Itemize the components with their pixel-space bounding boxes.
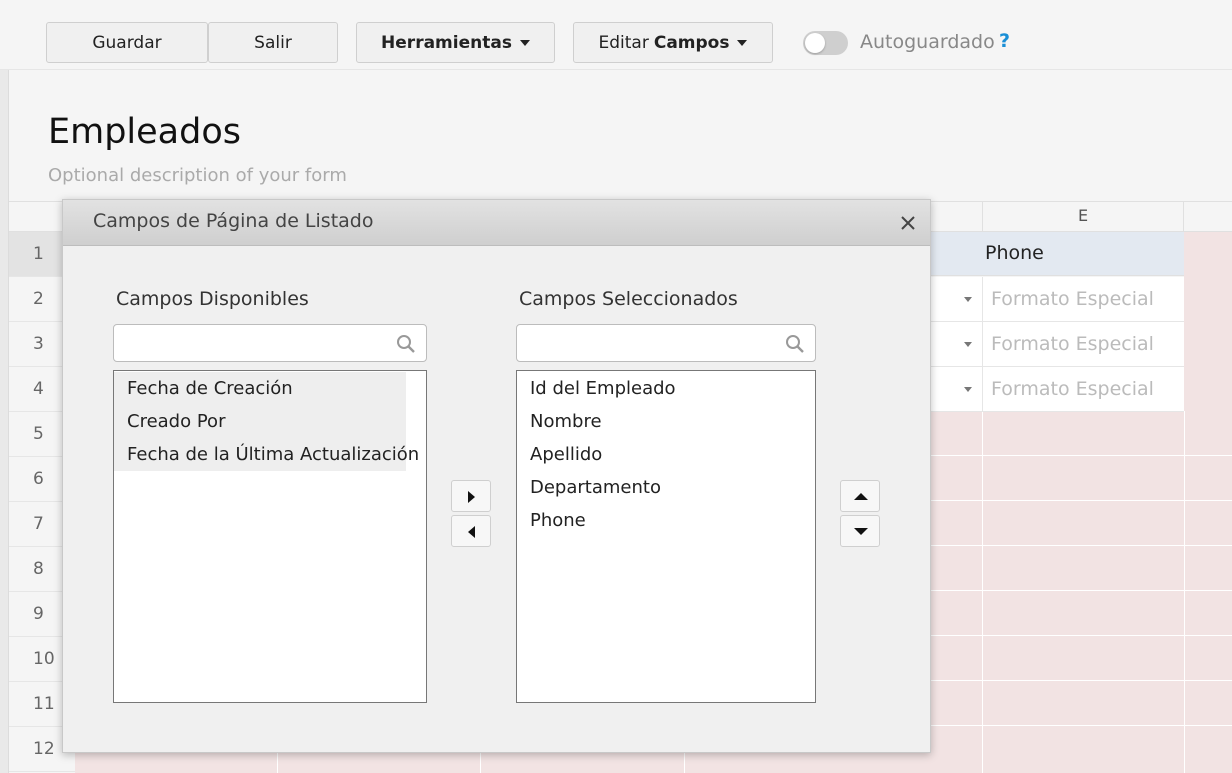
list-item[interactable]: Id del Empleado xyxy=(517,372,815,405)
format-cell[interactable]: Formato Especial xyxy=(982,277,1184,322)
edit-fields-bold: Campos xyxy=(653,32,730,53)
available-fields-label: Campos Disponibles xyxy=(116,288,309,310)
selected-search-input[interactable] xyxy=(517,325,815,361)
selected-fields-list[interactable]: Id del Empleado Nombre Apellido Departam… xyxy=(516,370,816,703)
list-item[interactable]: Fecha de Creación xyxy=(114,372,406,405)
save-button[interactable]: Guardar xyxy=(46,22,208,63)
selected-fields-label: Campos Seleccionados xyxy=(519,288,738,310)
chevron-down-icon xyxy=(519,39,530,46)
toggle-knob xyxy=(805,33,825,53)
available-fields-list[interactable]: Fecha de Creación Creado Por Fecha de la… xyxy=(113,370,427,703)
column-header-e[interactable]: E xyxy=(982,201,1184,232)
grid-empty-right xyxy=(1184,232,1232,411)
help-icon[interactable]: ? xyxy=(999,30,1010,52)
dialog-header[interactable]: Campos de Página de Listado xyxy=(63,200,930,246)
chevron-down-icon xyxy=(964,342,972,347)
autosave-toggle[interactable] xyxy=(803,31,848,55)
arrow-right-icon xyxy=(468,491,475,503)
grid-divider xyxy=(1184,411,1185,773)
available-search-input[interactable] xyxy=(114,325,426,361)
grid-divider xyxy=(982,411,983,773)
arrow-up-icon xyxy=(854,493,868,500)
save-button-label: Guardar xyxy=(92,32,162,53)
format-cell[interactable]: Formato Especial xyxy=(982,322,1184,367)
list-item[interactable]: Nombre xyxy=(517,405,815,438)
field-type-dropdown[interactable] xyxy=(930,322,982,367)
exit-button-label: Salir xyxy=(254,32,292,53)
field-type-dropdown[interactable] xyxy=(930,277,982,322)
remove-field-button[interactable] xyxy=(451,515,491,547)
available-search-field[interactable] xyxy=(113,324,427,362)
chevron-down-icon xyxy=(964,387,972,392)
move-down-button[interactable] xyxy=(840,515,880,547)
dialog-title: Campos de Página de Listado xyxy=(93,210,374,232)
left-edge xyxy=(0,0,9,773)
list-item[interactable]: Apellido xyxy=(517,438,815,471)
list-item[interactable]: Phone xyxy=(517,504,815,537)
header-row-cell[interactable] xyxy=(930,232,982,276)
chevron-down-icon xyxy=(737,39,748,46)
phone-header-cell[interactable]: Phone xyxy=(982,232,1184,276)
listing-fields-dialog: Campos de Página de Listado Campos Dispo… xyxy=(62,199,931,753)
arrow-down-icon xyxy=(854,528,868,535)
tools-menu-button[interactable]: Herramientas xyxy=(356,22,555,63)
exit-button[interactable]: Salir xyxy=(208,22,338,63)
edit-fields-button[interactable]: Editar Campos xyxy=(573,22,773,63)
close-icon[interactable] xyxy=(897,212,919,234)
selected-search-field[interactable] xyxy=(516,324,816,362)
add-field-button[interactable] xyxy=(451,480,491,512)
list-item[interactable]: Departamento xyxy=(517,471,815,504)
move-up-button[interactable] xyxy=(840,480,880,512)
list-item[interactable]: Fecha de la Última Actualización xyxy=(114,438,419,471)
form-description[interactable]: Optional description of your form xyxy=(48,165,347,186)
search-icon xyxy=(786,335,804,353)
format-cell[interactable]: Formato Especial xyxy=(982,367,1184,412)
form-title[interactable]: Empleados xyxy=(48,112,241,152)
list-item[interactable]: Creado Por xyxy=(114,405,406,438)
edit-fields-prefix: Editar xyxy=(598,32,649,53)
autosave-label: Autoguardado xyxy=(860,31,995,53)
search-icon xyxy=(397,335,415,353)
field-type-dropdown[interactable] xyxy=(930,367,982,412)
tools-menu-label: Herramientas xyxy=(381,32,512,53)
arrow-left-icon xyxy=(468,526,475,538)
chevron-down-icon xyxy=(964,297,972,302)
